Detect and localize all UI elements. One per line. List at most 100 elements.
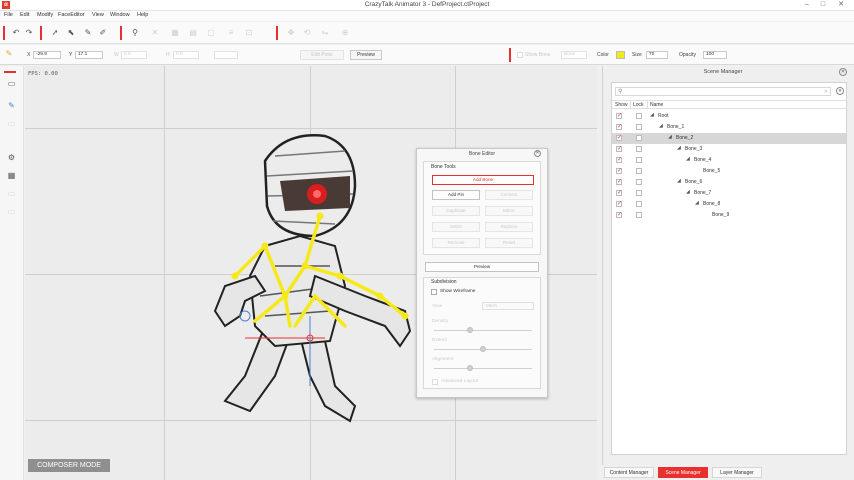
show-checkbox[interactable]: ✓ <box>616 135 622 141</box>
tree-row[interactable]: ✓ ◢ Bone_8 <box>612 199 846 210</box>
show-wireframe-checkbox[interactable] <box>431 289 437 295</box>
menu-file[interactable]: File <box>4 12 13 18</box>
rotate-icon[interactable]: ⟲ <box>302 28 312 38</box>
expand-arrow-icon[interactable]: ◢ <box>677 178 681 184</box>
menu-help[interactable]: Help <box>137 12 148 18</box>
tab-scene-manager[interactable]: Scene Manager <box>658 467 708 478</box>
lock-checkbox[interactable] <box>636 179 642 185</box>
camera-icon[interactable]: ✎ <box>6 100 17 111</box>
tree-row[interactable]: ✓ ◢ Root <box>612 111 846 122</box>
x-input[interactable]: -29.9 <box>33 51 61 59</box>
mask-icon[interactable]: ▦ <box>170 28 180 38</box>
add-bone-button[interactable]: Add Bone <box>432 175 534 185</box>
tab-content-manager[interactable]: Content Manager <box>604 467 654 478</box>
stage-tool-icon[interactable]: ▭ <box>6 78 17 89</box>
bone-mode-select[interactable]: Bone <box>561 51 587 59</box>
show-checkbox[interactable]: ✓ <box>616 157 622 163</box>
y-input[interactable]: 17.1 <box>75 51 103 59</box>
gear-icon[interactable]: ⚙ <box>6 152 17 163</box>
lock-checkbox[interactable] <box>636 201 642 207</box>
remove-button[interactable]: Remove <box>432 238 480 248</box>
layer-icon[interactable]: ▤ <box>188 28 198 38</box>
tree-row[interactable]: ✓ ◢ Bone_4 <box>612 155 846 166</box>
maximize-button[interactable]: □ <box>816 0 830 10</box>
brush-icon[interactable]: ✐ <box>98 28 108 38</box>
zoom-icon[interactable]: ⊕ <box>340 28 350 38</box>
move-icon[interactable]: ✥ <box>286 28 296 38</box>
tab-layer-manager[interactable]: Layer Manager <box>712 467 762 478</box>
mirror-button[interactable]: Mirror <box>485 206 533 216</box>
transform-icon[interactable]: ⬉ <box>66 28 76 38</box>
scene-icon[interactable]: ▭ <box>6 118 17 129</box>
pin-icon[interactable]: ⚲ <box>130 28 140 38</box>
show-checkbox[interactable]: ✓ <box>616 168 622 174</box>
column-lock[interactable]: Lock <box>633 102 644 108</box>
filter-icon[interactable]: ▾ <box>836 87 844 95</box>
expand-arrow-icon[interactable]: ◢ <box>650 112 654 118</box>
menu-modify[interactable]: Modify <box>37 12 53 18</box>
edit-pose-button[interactable]: Edit Pose <box>300 50 344 60</box>
density-slider[interactable] <box>434 330 532 331</box>
edit-icon[interactable]: ✎ <box>4 49 14 59</box>
lock-checkbox[interactable] <box>636 212 642 218</box>
bone-preview-button[interactable]: Preview <box>425 262 539 272</box>
tree-row[interactable]: ✓ ◢ Bone_1 <box>612 122 846 133</box>
grid-icon[interactable]: ▦ <box>6 170 17 181</box>
tree-row[interactable]: ✓ Bone_5 <box>612 166 846 177</box>
expand-arrow-icon[interactable]: ◢ <box>668 134 672 140</box>
expand-arrow-icon[interactable]: ◢ <box>695 200 699 206</box>
add-pin-button[interactable]: Add Pin <box>432 190 480 200</box>
bone-editor-close-button[interactable]: ✕ <box>534 150 541 157</box>
tree-row[interactable]: ✓ ◢ Bone_6 <box>612 177 846 188</box>
density-slider-thumb[interactable] <box>467 327 474 333</box>
scene-search-input[interactable]: ⚲ ✕ <box>615 87 831 96</box>
menu-window[interactable]: Window <box>110 12 130 18</box>
show-checkbox[interactable]: ✓ <box>616 201 622 207</box>
show-checkbox[interactable]: ✓ <box>616 190 622 196</box>
mummy-character[interactable] <box>205 126 445 426</box>
lock-checkbox[interactable] <box>636 157 642 163</box>
size-input[interactable]: 70 <box>646 51 668 59</box>
tree-row[interactable]: ✓ Bone_9 <box>612 210 846 221</box>
lock-checkbox[interactable] <box>636 168 642 174</box>
replace-button[interactable]: Replace <box>485 222 533 232</box>
extend-slider-thumb[interactable] <box>480 346 486 352</box>
show-checkbox[interactable]: ✓ <box>616 212 622 218</box>
insert-button[interactable]: Insert <box>432 222 480 232</box>
view-select[interactable]: Mesh <box>482 302 534 310</box>
column-show[interactable]: Show <box>615 102 628 108</box>
show-checkbox[interactable]: ✓ <box>616 124 622 130</box>
lock-checkbox[interactable] <box>636 135 642 141</box>
export-icon[interactable]: ▭ <box>6 206 17 217</box>
show-checkbox[interactable]: ✓ <box>616 179 622 185</box>
scale-icon[interactable]: ⊡ <box>244 28 254 38</box>
expand-arrow-icon[interactable]: ◢ <box>686 156 690 162</box>
w-input[interactable]: 0.0 <box>121 51 147 59</box>
tree-row[interactable]: ✓ ◢ Bone_7 <box>612 188 846 199</box>
render-icon[interactable]: ▭ <box>6 188 17 199</box>
align-icon[interactable]: ≡ <box>226 28 236 38</box>
alignment-slider-thumb[interactable] <box>467 365 474 371</box>
expand-arrow-icon[interactable]: ◢ <box>686 189 690 195</box>
show-checkbox[interactable]: ✓ <box>616 146 622 152</box>
menu-edit[interactable]: Edit <box>20 12 29 18</box>
bone-color-swatch[interactable] <box>616 51 625 59</box>
expand-arrow-icon[interactable]: ◢ <box>659 123 663 129</box>
tree-row[interactable]: ✓ ◢ Bone_3 <box>612 144 846 155</box>
reset-button[interactable]: Reset <box>485 238 533 248</box>
duplicate-button[interactable]: Duplicate <box>432 206 480 216</box>
show-checkbox[interactable]: ✓ <box>616 113 622 119</box>
extra-input[interactable] <box>214 51 238 59</box>
lock-checkbox[interactable] <box>636 190 642 196</box>
scene-manager-close-button[interactable]: ✕ <box>839 68 847 76</box>
lock-checkbox[interactable] <box>636 146 642 152</box>
lock-checkbox[interactable] <box>636 124 642 130</box>
clear-search-icon[interactable]: ✕ <box>824 88 828 96</box>
connect-button[interactable]: Connect <box>485 190 533 200</box>
expand-arrow-icon[interactable]: ◢ <box>677 145 681 151</box>
menu-view[interactable]: View <box>92 12 104 18</box>
select-arrow-icon[interactable]: ➚ <box>50 28 60 38</box>
column-name[interactable]: Name <box>650 102 663 108</box>
flip-icon[interactable]: ⇋ <box>320 28 330 38</box>
pen-tool-icon[interactable]: ✎ <box>83 28 93 38</box>
